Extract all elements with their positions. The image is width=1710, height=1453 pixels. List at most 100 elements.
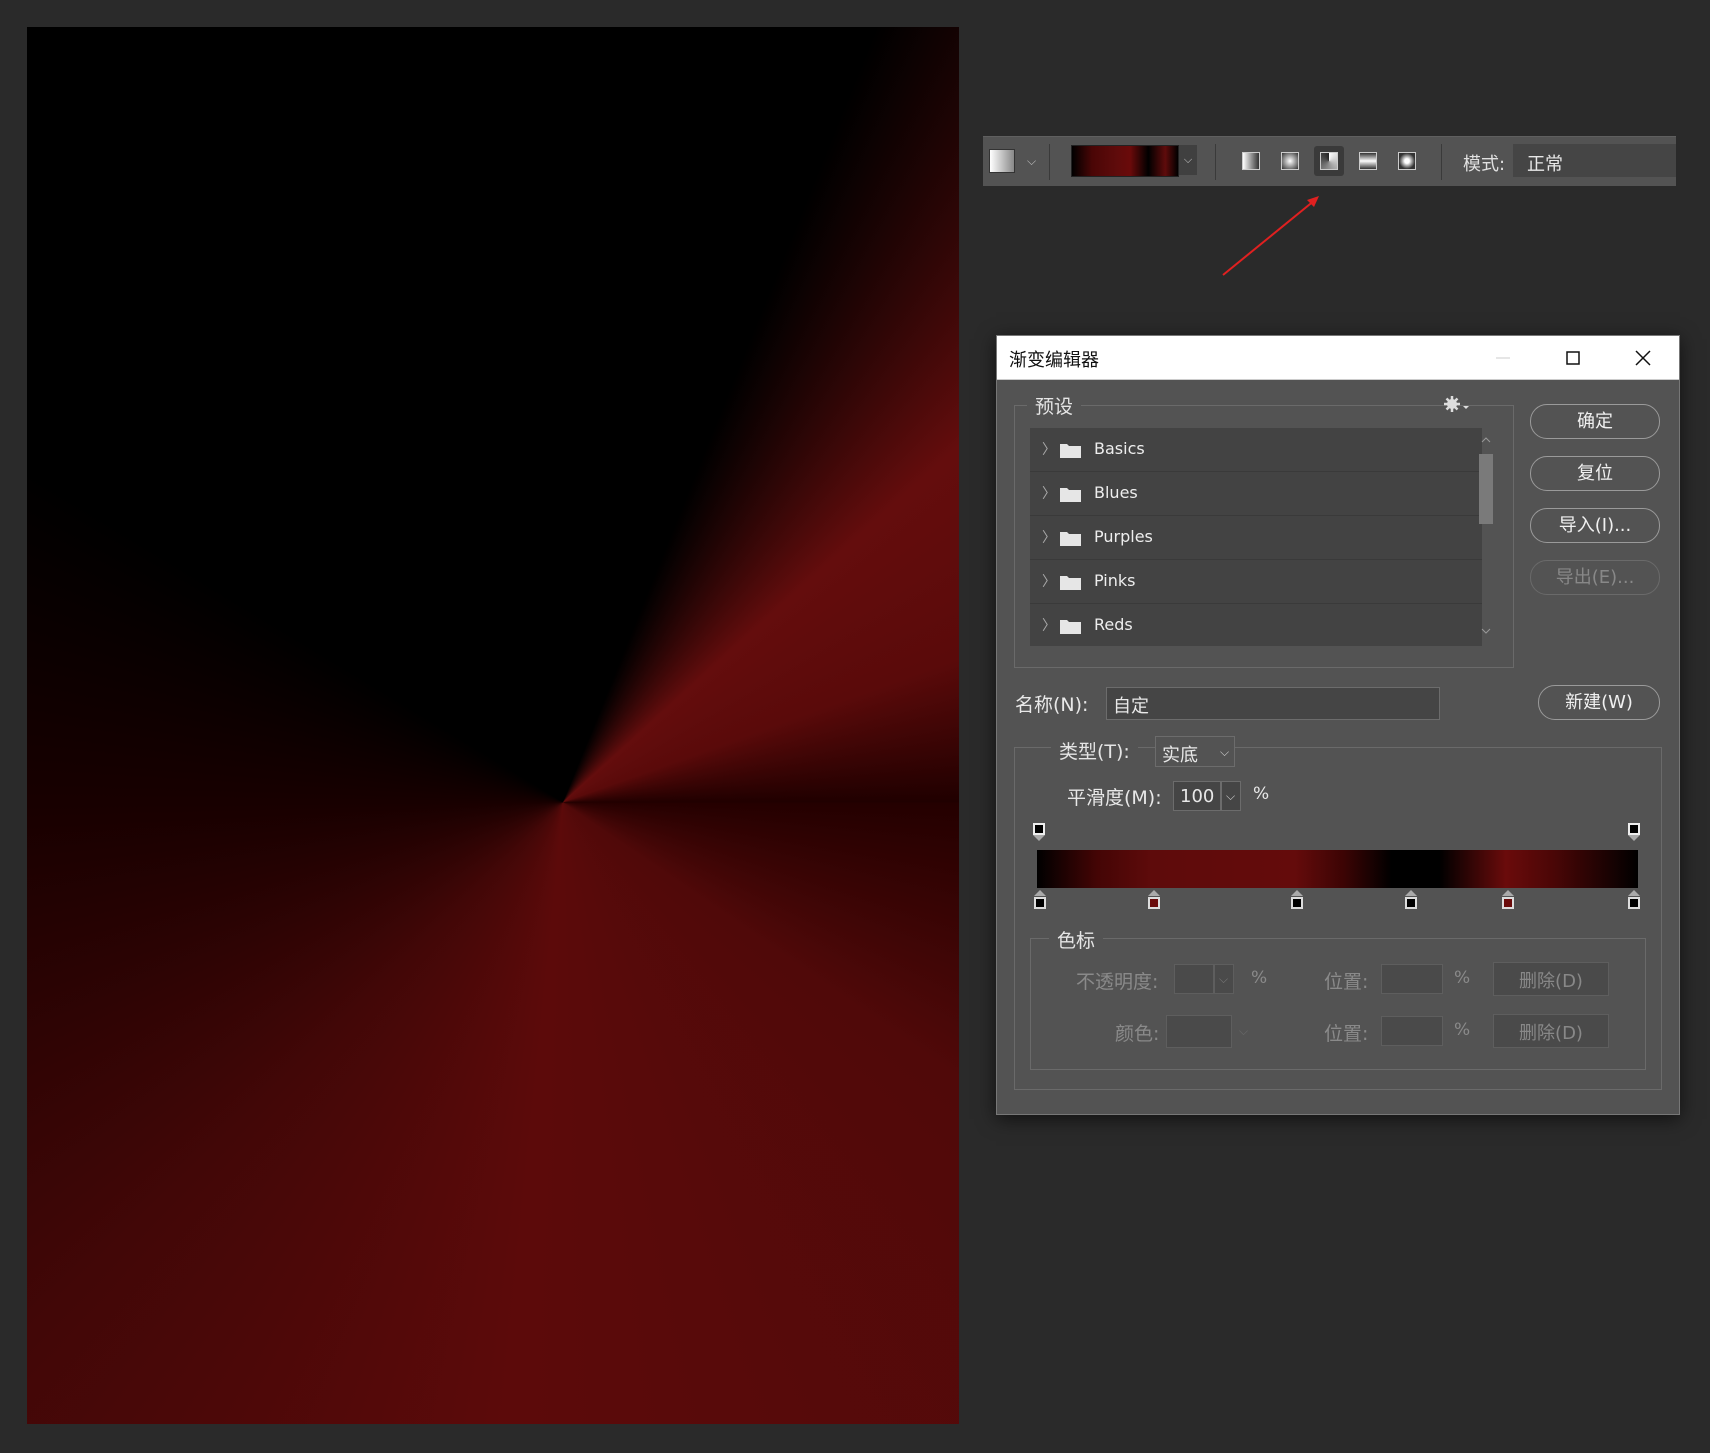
separator	[1215, 144, 1216, 180]
angle-gradient-button[interactable]	[1314, 146, 1344, 176]
gradient-picker-dropdown[interactable]: ⌵	[1179, 145, 1197, 175]
preset-folder[interactable]: 〉 Blues	[1030, 472, 1482, 516]
scroll-up-icon[interactable]	[1481, 437, 1491, 443]
color-stop-pointer	[1628, 890, 1640, 896]
folder-icon	[1060, 532, 1081, 546]
diamond-gradient-button[interactable]	[1392, 146, 1422, 176]
preset-folder-label: Blues	[1094, 483, 1138, 502]
color-stop-pointer	[1034, 890, 1046, 896]
folder-icon	[1060, 620, 1081, 634]
dialog-title: 渐变编辑器	[1009, 350, 1099, 371]
delete-color-stop-button[interactable]: 删除(D)	[1493, 1014, 1609, 1048]
gradient-swatch[interactable]	[1071, 145, 1179, 177]
color-stop[interactable]	[1628, 897, 1640, 909]
reflected-gradient-button[interactable]	[1353, 146, 1383, 176]
chevron-right-icon[interactable]: 〉	[1042, 439, 1056, 459]
minimize-icon	[1496, 357, 1510, 359]
preset-folder[interactable]: 〉 Basics	[1030, 428, 1482, 472]
annotation-arrow	[1222, 196, 1319, 276]
folder-icon	[1060, 488, 1081, 502]
chevron-down-icon: ⌵	[1226, 789, 1236, 803]
document-canvas[interactable]	[27, 27, 959, 1424]
color-label: 颜色:	[1115, 1023, 1160, 1045]
gear-icon	[1444, 396, 1469, 412]
color-stop[interactable]	[1502, 897, 1514, 909]
mode-label: 模式:	[1463, 154, 1506, 175]
radial-gradient-icon	[1281, 152, 1299, 170]
opacity-stop-pointer	[1033, 835, 1045, 841]
import-button[interactable]: 导入(I)...	[1530, 508, 1660, 543]
presets-title: 预设	[1027, 392, 1082, 419]
chevron-down-icon: ⌵	[1220, 745, 1230, 759]
linear-gradient-icon	[1242, 152, 1260, 170]
delete-opacity-stop-button[interactable]: 删除(D)	[1493, 962, 1609, 996]
maximize-button[interactable]	[1551, 342, 1595, 374]
color-stop[interactable]	[1405, 897, 1417, 909]
preset-list: 〉 Basics 〉 Blues 〉 Purples 〉 Pinks 〉 Red…	[1030, 428, 1482, 646]
gradient-bar[interactable]	[1037, 850, 1638, 888]
chevron-right-icon[interactable]: 〉	[1042, 483, 1056, 503]
stops-group	[1030, 938, 1646, 1070]
new-button[interactable]: 新建(W)	[1538, 685, 1660, 720]
opacity-location-percent: %	[1454, 968, 1471, 988]
opacity-stop[interactable]	[1628, 823, 1640, 835]
close-icon	[1635, 350, 1651, 366]
close-button[interactable]	[1621, 342, 1665, 374]
color-location-field[interactable]	[1381, 1016, 1443, 1046]
color-stop-pointer	[1502, 890, 1514, 896]
chevron-down-icon[interactable]: ⌵	[1027, 154, 1036, 169]
type-label: 类型(T):	[1051, 737, 1138, 764]
gradient-editor-dialog: 渐变编辑器 预设 〉 Basics 〉 Blues 〉 Purples 〉 Pi…	[996, 335, 1680, 1115]
preset-folder[interactable]: 〉 Purples	[1030, 516, 1482, 560]
stop-opacity-dropdown[interactable]: ⌵	[1214, 964, 1234, 994]
linear-gradient-button[interactable]	[1236, 146, 1266, 176]
export-button[interactable]: 导出(E)...	[1530, 560, 1660, 595]
preset-folder-label: Reds	[1094, 615, 1133, 634]
chevron-down-icon[interactable]: ⌵	[1239, 1024, 1248, 1039]
folder-icon	[1060, 576, 1081, 590]
preset-folder[interactable]: 〉 Pinks	[1030, 560, 1482, 604]
ok-button[interactable]: 确定	[1530, 404, 1660, 439]
opacity-stop[interactable]	[1033, 823, 1045, 835]
scroll-down-icon[interactable]	[1481, 628, 1491, 634]
stop-color-swatch[interactable]	[1166, 1015, 1232, 1048]
tool-preset-icon[interactable]	[989, 149, 1015, 173]
name-label: 名称(N):	[1015, 694, 1089, 716]
scroll-thumb[interactable]	[1479, 454, 1493, 524]
chevron-right-icon[interactable]: 〉	[1042, 527, 1056, 547]
angle-gradient-icon	[1320, 152, 1338, 170]
stops-title: 色标	[1049, 926, 1104, 953]
diamond-gradient-icon	[1398, 152, 1416, 170]
title-bar: 渐变编辑器	[997, 336, 1679, 380]
presets-settings-button[interactable]	[1443, 394, 1469, 418]
radial-gradient-button[interactable]	[1275, 146, 1305, 176]
preset-folder[interactable]: 〉 Reds	[1030, 604, 1482, 646]
smoothness-dropdown[interactable]: ⌵	[1221, 781, 1241, 811]
color-location-percent: %	[1454, 1020, 1471, 1040]
color-stop[interactable]	[1034, 897, 1046, 909]
chevron-down-icon: ⌵	[1219, 972, 1229, 986]
separator	[1441, 144, 1442, 180]
stop-opacity-field[interactable]	[1174, 964, 1214, 994]
smoothness-field[interactable]: 100	[1173, 781, 1221, 811]
color-stop-pointer	[1148, 890, 1160, 896]
opacity-percent: %	[1251, 968, 1268, 988]
name-field[interactable]: 自定	[1106, 687, 1440, 720]
color-stop[interactable]	[1148, 897, 1160, 909]
color-stop[interactable]	[1291, 897, 1303, 909]
chevron-right-icon[interactable]: 〉	[1042, 615, 1056, 635]
chevron-right-icon[interactable]: 〉	[1042, 571, 1056, 591]
preset-folder-label: Basics	[1094, 439, 1145, 458]
opacity-location-label: 位置:	[1324, 971, 1369, 993]
reset-button[interactable]: 复位	[1530, 456, 1660, 491]
maximize-icon	[1566, 351, 1580, 365]
minimize-button[interactable]	[1481, 342, 1525, 374]
type-select-value: 实底	[1162, 745, 1198, 766]
preset-scrollbar[interactable]	[1475, 426, 1497, 647]
opacity-location-field[interactable]	[1381, 964, 1443, 994]
color-location-label: 位置:	[1324, 1023, 1369, 1045]
opacity-label: 不透明度:	[1076, 971, 1159, 993]
reflected-gradient-icon	[1359, 152, 1377, 170]
preset-folder-label: Purples	[1094, 527, 1153, 546]
mode-select[interactable]: 正常	[1513, 144, 1676, 177]
